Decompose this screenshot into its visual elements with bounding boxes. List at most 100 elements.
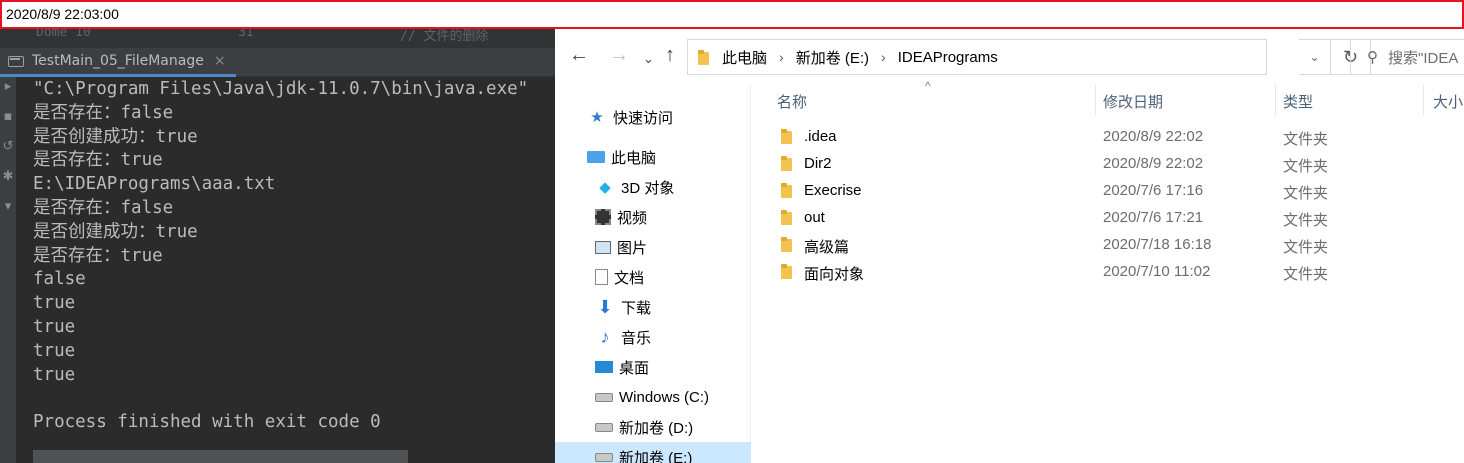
- editor-line-number: 31: [238, 29, 254, 40]
- file-name: .idea: [804, 128, 837, 145]
- column-header-modified[interactable]: 修改日期: [1103, 91, 1163, 112]
- file-name: out: [804, 209, 825, 226]
- sort-ascending-icon: ^: [925, 79, 931, 93]
- navigation-pane: ★ 快速访问此电脑 ◆ 3D 对象视频图片文档 ⬇ 下载 ♪ 音乐桌面 Windows (C:)…: [555, 85, 751, 463]
- up-arrow-icon[interactable]: ↑: [665, 43, 675, 67]
- rerun-icon[interactable]: ▸: [0, 79, 16, 94]
- file-row[interactable]: out 2020/7/6 17:21 文件夹: [755, 205, 1464, 232]
- nav-item[interactable]: ◆ 3D 对象: [555, 172, 751, 202]
- nav-item-label: 3D 对象: [621, 179, 675, 197]
- desktop-icon: [595, 361, 613, 373]
- search-icon: ⚲: [1367, 49, 1378, 66]
- timestamp-bar: 2020/8/9 22:03:00: [0, 0, 1464, 29]
- breadcrumb-this-pc[interactable]: 此电脑: [722, 47, 767, 68]
- nav-item[interactable]: 桌面: [555, 352, 751, 382]
- music-icon: ♪: [600, 326, 610, 347]
- address-dropdown-icon[interactable]: ⌄: [1299, 39, 1331, 75]
- nav-item[interactable]: 视频: [555, 202, 751, 232]
- column-header-type[interactable]: 类型: [1283, 91, 1313, 112]
- console-line: E:\IDEAPrograms\aaa.txt: [33, 174, 276, 195]
- drive-d-icon: [595, 422, 613, 432]
- console-line: true: [33, 293, 76, 314]
- nav-item-label: 新加卷 (E:): [619, 449, 693, 463]
- nav-item[interactable]: 文档: [555, 262, 751, 292]
- file-name: 面向对象: [804, 266, 865, 283]
- nav-item-label: 音乐: [621, 329, 652, 347]
- file-modified-date: 2020/7/6 17:16: [1103, 182, 1204, 199]
- file-row[interactable]: Execrise 2020/7/6 17:16 文件夹: [755, 178, 1464, 205]
- video-icon: [595, 209, 611, 225]
- file-row[interactable]: 高级篇 2020/7/18 16:18 文件夹: [755, 232, 1464, 259]
- nav-item[interactable]: 图片: [555, 232, 751, 262]
- console-line: 是否存在：false: [33, 102, 174, 123]
- file-type: 文件夹: [1283, 158, 1329, 175]
- file-name: Dir2: [804, 155, 832, 172]
- nav-item-label: 下载: [621, 299, 652, 317]
- file-modified-date: 2020/8/9 22:02: [1103, 128, 1204, 145]
- column-header-size[interactable]: 大小: [1433, 91, 1463, 112]
- console-line: false: [33, 269, 86, 290]
- close-icon[interactable]: ×: [214, 53, 226, 69]
- run-tab[interactable]: TestMain_05_FileManage ×: [0, 48, 236, 77]
- drive-c-icon: [595, 392, 613, 402]
- drive-e-icon: [595, 452, 613, 462]
- nav-item-label: 桌面: [619, 359, 650, 377]
- nav-item-label: Windows (C:): [619, 388, 710, 406]
- console-line: Process finished with exit code 0: [33, 412, 381, 433]
- star-icon: ★: [590, 109, 604, 126]
- run-tab-label: TestMain_05_FileManage: [32, 53, 204, 69]
- console-line: "C:\Program Files\Java\jdk-11.0.7\bin\ja…: [33, 79, 529, 99]
- nav-item[interactable]: ♪ 音乐: [555, 322, 751, 352]
- settings-icon[interactable]: ✱: [0, 169, 16, 184]
- folder-icon: [781, 155, 793, 171]
- pin-icon[interactable]: ▾: [0, 199, 16, 214]
- forward-arrow-icon[interactable]: →: [609, 43, 629, 67]
- chevron-right-icon[interactable]: ›: [881, 49, 886, 65]
- file-explorer: ← → ⌄ ↑ 此电脑 › 新加卷 (E:) › IDEAPrograms ⌄ …: [555, 29, 1464, 463]
- folder-icon: [698, 49, 710, 65]
- console-line: 是否存在：true: [33, 150, 163, 171]
- picture-icon: [595, 240, 611, 254]
- address-bar[interactable]: 此电脑 › 新加卷 (E:) › IDEAPrograms: [687, 39, 1267, 75]
- ide-run-panel: Dome 10 31 // 文件的删除 TestMain_05_FileMana…: [0, 29, 555, 463]
- nav-item-label: 视频: [617, 209, 648, 227]
- back-arrow-icon[interactable]: ←: [569, 43, 589, 67]
- nav-item[interactable]: ★ 快速访问: [555, 102, 751, 132]
- file-type: 文件夹: [1283, 266, 1329, 283]
- column-divider[interactable]: [1095, 85, 1096, 115]
- cube-icon: ◆: [599, 179, 611, 196]
- nav-item-label: 文档: [614, 269, 645, 287]
- search-placeholder: 搜索"IDEA: [1388, 49, 1459, 67]
- column-header-name[interactable]: 名称: [777, 91, 807, 112]
- column-divider[interactable]: [1275, 85, 1276, 115]
- stop-icon[interactable]: ▪: [0, 109, 16, 124]
- nav-item[interactable]: ⬇ 下载: [555, 292, 751, 322]
- restore-icon[interactable]: ↺: [0, 139, 16, 154]
- folder-icon: [781, 209, 793, 225]
- nav-item[interactable]: 此电脑: [555, 142, 751, 172]
- folder-icon: [781, 263, 793, 279]
- horizontal-scrollbar[interactable]: [33, 450, 408, 463]
- document-icon: [595, 269, 608, 285]
- column-divider[interactable]: [1423, 85, 1424, 115]
- file-row[interactable]: .idea 2020/8/9 22:02 文件夹: [755, 124, 1464, 151]
- recent-dropdown-icon[interactable]: ⌄: [643, 47, 654, 71]
- timestamp-text: 2020/8/9 22:03:00: [6, 6, 119, 22]
- search-box[interactable]: ⚲ 搜索"IDEA: [1350, 39, 1464, 75]
- nav-item[interactable]: 新加卷 (D:): [555, 412, 751, 442]
- file-modified-date: 2020/8/9 22:02: [1103, 155, 1204, 172]
- editor-ghost-item: Dome 10: [36, 29, 91, 40]
- chevron-right-icon[interactable]: ›: [779, 49, 784, 65]
- run-toolbar: ▸ ▪ ↺ ✱ ▾: [0, 77, 16, 463]
- nav-item[interactable]: Windows (C:): [555, 382, 751, 412]
- run-tab-bar: TestMain_05_FileManage ×: [0, 48, 555, 77]
- file-row[interactable]: 面向对象 2020/7/10 11:02 文件夹: [755, 259, 1464, 286]
- folder-icon: [781, 236, 793, 252]
- breadcrumb-ideaprograms[interactable]: IDEAPrograms: [898, 49, 998, 66]
- breadcrumb-drive-e[interactable]: 新加卷 (E:): [796, 47, 869, 68]
- nav-item-label: 快速访问: [613, 109, 674, 127]
- nav-item-label: 新加卷 (D:): [619, 419, 694, 437]
- file-type: 文件夹: [1283, 239, 1329, 256]
- nav-item[interactable]: 新加卷 (E:): [555, 442, 751, 463]
- file-row[interactable]: Dir2 2020/8/9 22:02 文件夹: [755, 151, 1464, 178]
